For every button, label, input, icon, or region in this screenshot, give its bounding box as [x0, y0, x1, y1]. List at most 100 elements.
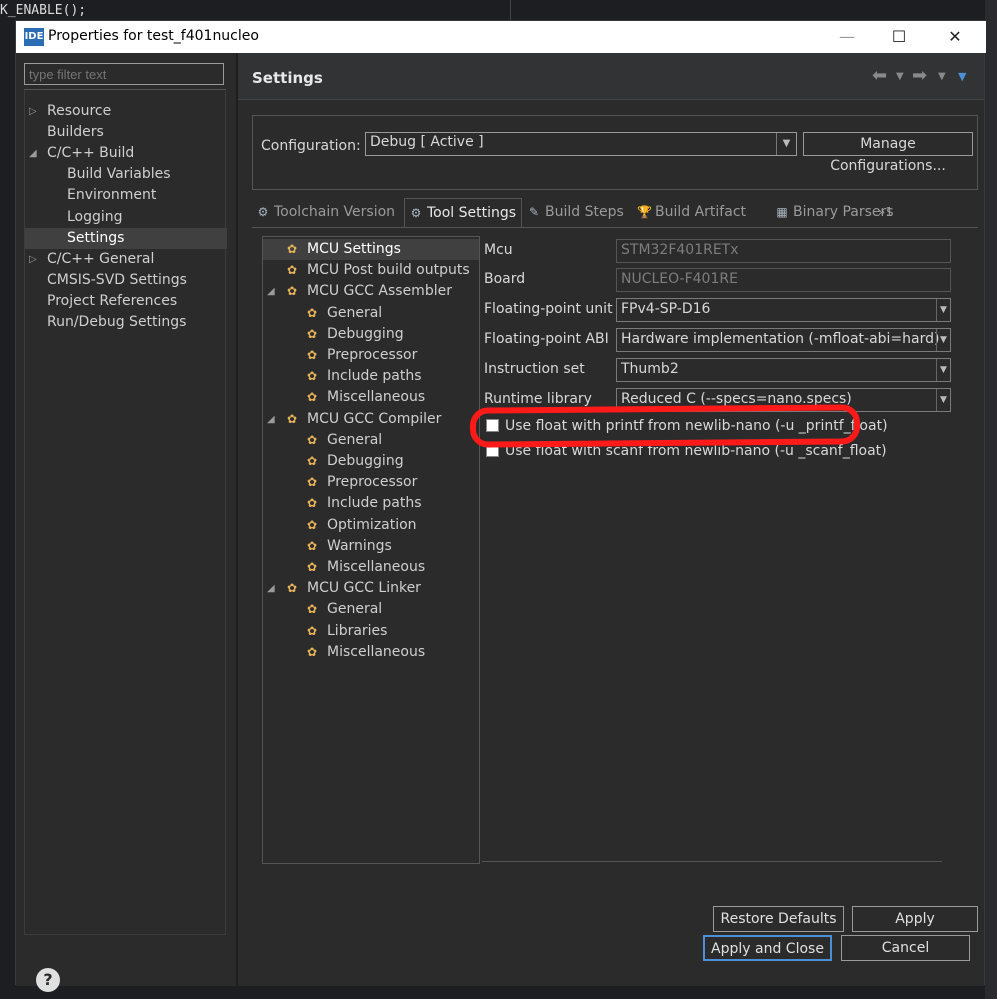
nav-item[interactable]: ▷ C/C++ General [25, 249, 227, 270]
tree-item[interactable]: ✿ Miscellaneous [263, 642, 479, 663]
tool-settings-icon: ✿ [287, 242, 298, 256]
tree-item[interactable]: ✿ Debugging [263, 451, 479, 472]
tree-item[interactable]: ✿ Debugging [263, 324, 479, 345]
nav-item[interactable]: Build Variables [25, 164, 227, 185]
tree-item[interactable]: ✿ Include paths [263, 493, 479, 514]
collapse-icon[interactable]: ◢ [267, 578, 279, 599]
close-button[interactable]: ✕ [932, 21, 978, 53]
nav-item[interactable]: CMSIS-SVD Settings [25, 270, 227, 291]
tool-settings-icon: ✿ [287, 284, 298, 299]
tree-item[interactable]: ✿ Preprocessor [263, 345, 479, 366]
minimize-button[interactable]: — [824, 21, 870, 53]
settings-folder-icon: ✿ [307, 305, 318, 320]
settings-folder-icon: ✿ [307, 623, 318, 638]
tree-item[interactable]: ✿ MCU Settings [263, 239, 479, 260]
forward-menu-chevron-icon[interactable]: ▼ [938, 71, 946, 82]
tree-item-label: Optimization [327, 516, 417, 533]
tree-item-label: General [327, 601, 383, 618]
tree-item[interactable]: ◢ ✿ MCU GCC Compiler [263, 409, 479, 430]
tab-overflow[interactable]: »1 [872, 198, 906, 227]
cancel-button[interactable]: Cancel [841, 935, 970, 961]
chevron-down-icon[interactable]: ▼ [776, 133, 796, 155]
settings-folder-icon: ✿ [307, 326, 318, 341]
property-select[interactable]: Hardware implementation (-mfloat-abi=har… [616, 328, 951, 352]
nav-item[interactable]: Run/Debug Settings [25, 312, 227, 333]
tree-item[interactable]: ◢ ✿ MCU GCC Assembler [263, 281, 479, 302]
tree-item-label: Miscellaneous [327, 643, 426, 660]
tree-item[interactable]: ✿ Warnings [263, 536, 479, 557]
expand-icon[interactable]: ▷ [29, 101, 41, 122]
settings-page: Settings ⬅ ▼ ➡ ▼ ▼ Configuration: Debug … [238, 53, 984, 986]
tree-item[interactable]: ✿ General [263, 303, 479, 324]
tree-item[interactable]: ✿ Preprocessor [263, 472, 479, 493]
nav-item[interactable]: Builders [25, 122, 227, 143]
nav-item[interactable]: Settings [25, 228, 227, 249]
chevron-down-icon[interactable]: ▼ [936, 359, 950, 381]
background-right-strip [985, 0, 997, 999]
tool-settings-icon: ✿ [287, 411, 298, 426]
panel-divider [482, 861, 942, 862]
property-select[interactable]: FPv4-SP-D16 ▼ [616, 298, 951, 322]
tree-item[interactable]: ✿ General [263, 430, 479, 451]
tree-item[interactable]: ✿ Miscellaneous [263, 387, 479, 408]
tree-item[interactable]: ✿ General [263, 599, 479, 620]
title-bar[interactable]: IDE Properties for test_f401nucleo — ☐ ✕ [16, 21, 986, 53]
settings-folder-icon: ✿ [307, 517, 318, 532]
configuration-select[interactable]: Debug [ Active ] ▼ [365, 132, 797, 156]
page-title: Settings [252, 69, 323, 87]
nav-item[interactable]: ◢ C/C++ Build [25, 143, 227, 164]
tool-tabs: ⚙ Toolchain Version ⚙ Tool Settings ✎ Build S… [252, 198, 978, 228]
property-label: Floating-point unit [484, 301, 613, 317]
tree-item[interactable]: ✿ MCU Post build outputs [263, 260, 479, 281]
collapse-icon[interactable]: ◢ [267, 409, 279, 430]
nav-item-label: Environment [67, 187, 157, 203]
back-arrow-icon[interactable]: ⬅ [872, 65, 887, 86]
tab-binary-parsers[interactable]: ▦ Binary Parsers [771, 198, 893, 227]
chevron-down-icon[interactable]: ▼ [936, 299, 950, 321]
background-code-text: K_ENABLE(); [0, 3, 87, 18]
tree-item[interactable]: ✿ Miscellaneous [263, 557, 479, 578]
apply-button[interactable]: Apply [852, 906, 978, 932]
manage-configurations-button[interactable]: Manage Configurations... [803, 132, 973, 174]
tree-item[interactable]: ✿ Optimization [263, 515, 479, 536]
filter-input[interactable] [24, 63, 224, 85]
property-select[interactable]: Thumb2 ▼ [616, 358, 951, 382]
forward-arrow-icon[interactable]: ➡ [912, 65, 927, 86]
back-menu-chevron-icon[interactable]: ▼ [896, 71, 904, 82]
apply-and-close-button[interactable]: Apply and Close [703, 935, 832, 961]
readonly-field[interactable]: NUCLEO-F401RE [616, 268, 951, 292]
tab-build-artifact[interactable]: 🏆 Build Artifact [633, 198, 769, 227]
nav-item[interactable]: Project References [25, 291, 227, 312]
readonly-field[interactable]: STM32F401RETx [616, 239, 951, 263]
collapse-icon[interactable]: ◢ [29, 143, 41, 164]
nav-item[interactable]: Environment [25, 185, 227, 206]
tab-build-steps[interactable]: ✎ Build Steps [523, 198, 631, 227]
nav-tree: ▷ Resource Builders ◢ C/C++ Build Build Varia… [24, 91, 227, 935]
tree-item[interactable]: ◢ ✿ MCU GCC Linker [263, 578, 479, 599]
tree-item[interactable]: ✿ Libraries [263, 621, 479, 642]
tree-item-label: Libraries [327, 622, 388, 639]
collapse-icon[interactable]: ◢ [267, 281, 279, 302]
settings-folder-icon: ✿ [307, 390, 318, 405]
nav-item-label: Builders [47, 124, 104, 140]
help-icon[interactable]: ? [36, 968, 60, 992]
nav-item[interactable]: ▷ Resource [25, 101, 227, 122]
nav-item-label: Build Variables [67, 166, 171, 182]
tab-toolchain-version[interactable]: ⚙ Toolchain Version [252, 198, 402, 227]
tool-settings-icon: ✿ [287, 263, 298, 278]
nav-item[interactable]: Logging [25, 207, 227, 228]
tree-item[interactable]: ✿ Include paths [263, 366, 479, 387]
configuration-group: Configuration: Debug [ Active ] ▼ Manage… [252, 115, 978, 190]
restore-defaults-button[interactable]: Restore Defaults [713, 906, 844, 932]
tab-label: Tool Settings [427, 205, 517, 221]
tree-item-label: Miscellaneous [327, 389, 426, 406]
chevron-down-icon[interactable]: ▼ [936, 329, 950, 351]
tree-item-label: Debugging [327, 325, 404, 342]
view-menu-icon[interactable]: ▼ [958, 70, 966, 83]
editor-split [510, 0, 511, 22]
tree-item-label: General [327, 431, 383, 448]
chevron-down-icon[interactable]: ▼ [936, 389, 950, 411]
expand-icon[interactable]: ▷ [29, 249, 41, 270]
maximize-button[interactable]: ☐ [876, 21, 922, 53]
tab-tool-settings[interactable]: ⚙ Tool Settings [404, 198, 522, 227]
